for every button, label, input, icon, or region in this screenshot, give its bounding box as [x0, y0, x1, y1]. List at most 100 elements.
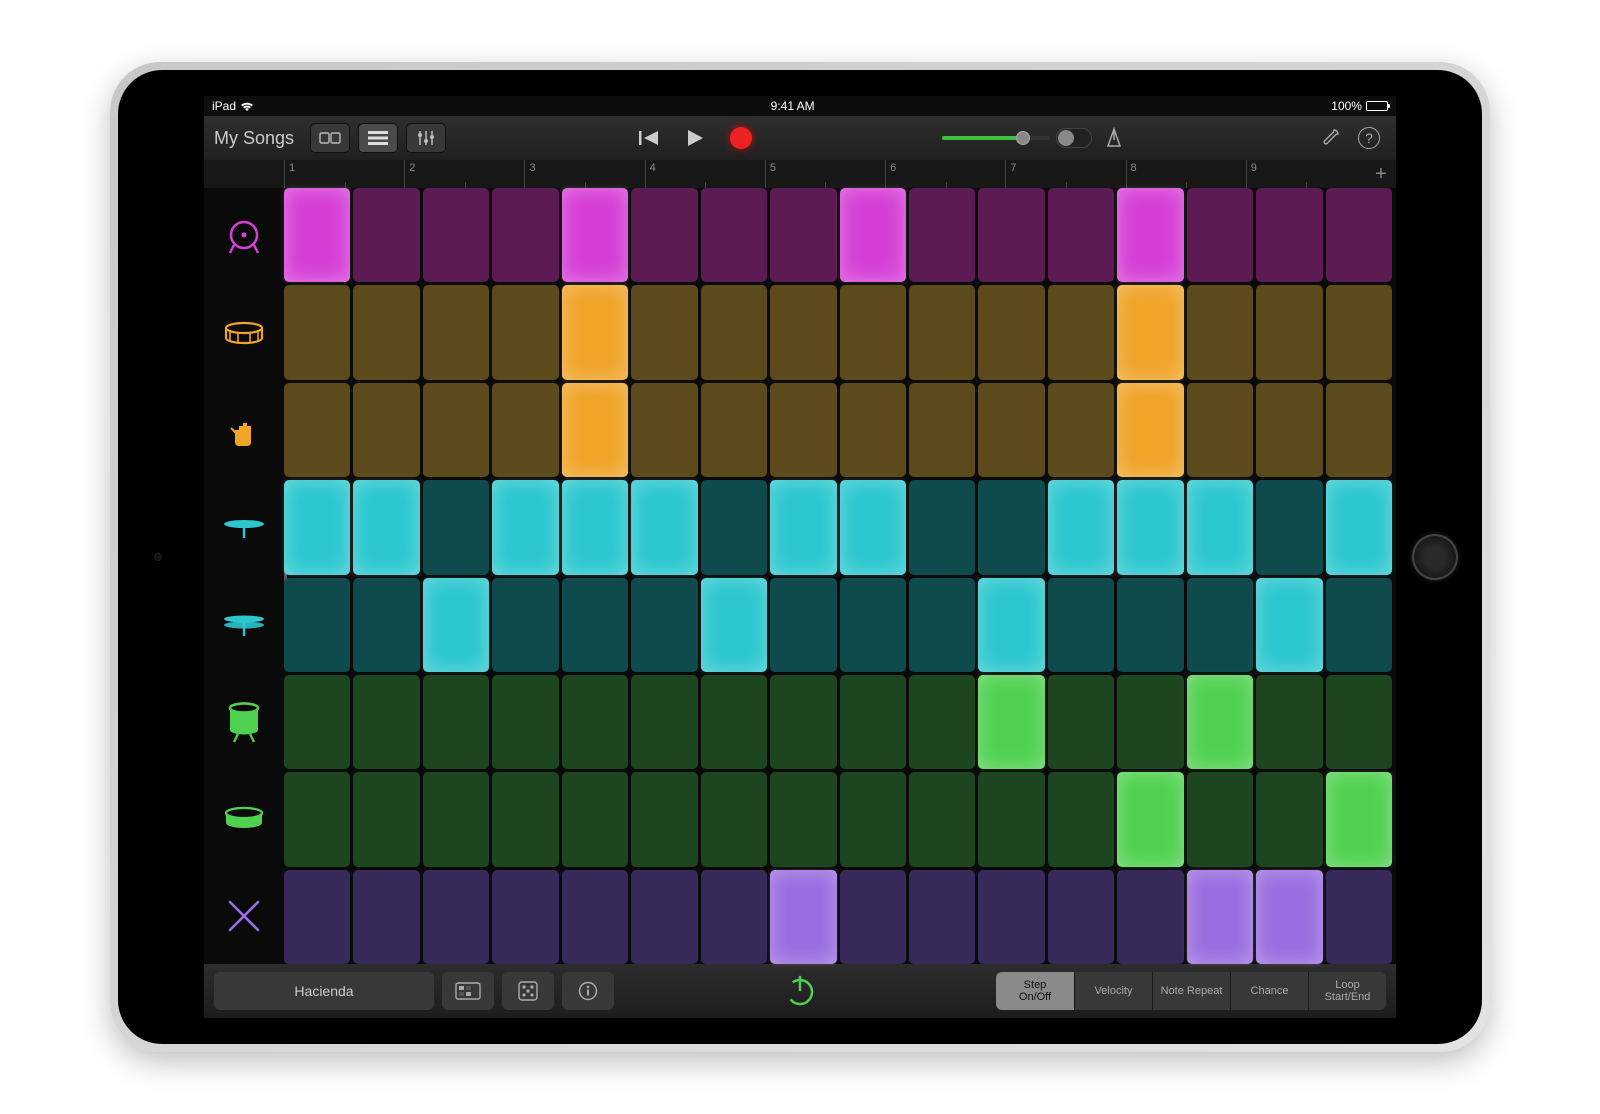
- step[interactable]: [1048, 675, 1114, 769]
- step[interactable]: [492, 480, 558, 574]
- step[interactable]: [562, 480, 628, 574]
- step[interactable]: [1256, 870, 1322, 964]
- step[interactable]: [1117, 285, 1183, 379]
- step[interactable]: [1256, 383, 1322, 477]
- step[interactable]: [1117, 578, 1183, 672]
- step[interactable]: [978, 383, 1044, 477]
- step[interactable]: [423, 188, 489, 282]
- step[interactable]: [1256, 480, 1322, 574]
- step[interactable]: [353, 772, 419, 866]
- step[interactable]: [978, 188, 1044, 282]
- step[interactable]: [909, 383, 975, 477]
- mode-button[interactable]: Loop Start/End: [1308, 972, 1386, 1010]
- step[interactable]: [840, 285, 906, 379]
- step[interactable]: [909, 675, 975, 769]
- step[interactable]: [423, 870, 489, 964]
- ruler-bar[interactable]: 7: [1005, 160, 1125, 188]
- step[interactable]: [1187, 285, 1253, 379]
- step[interactable]: [701, 675, 767, 769]
- step[interactable]: [1326, 188, 1392, 282]
- my-songs-button[interactable]: My Songs: [214, 128, 294, 149]
- settings-button[interactable]: [1320, 127, 1342, 149]
- record-button[interactable]: [722, 122, 760, 154]
- rewind-button[interactable]: [630, 122, 668, 154]
- step[interactable]: [492, 285, 558, 379]
- step[interactable]: [978, 675, 1044, 769]
- step[interactable]: [353, 480, 419, 574]
- bar-ruler[interactable]: 123456789+: [204, 160, 1396, 188]
- step[interactable]: [284, 772, 350, 866]
- ruler-bar[interactable]: 8: [1126, 160, 1246, 188]
- dice-button[interactable]: [502, 972, 554, 1010]
- step[interactable]: [1256, 772, 1322, 866]
- step[interactable]: [284, 675, 350, 769]
- mode-button[interactable]: Velocity: [1074, 972, 1152, 1010]
- step[interactable]: [701, 383, 767, 477]
- step[interactable]: [1256, 285, 1322, 379]
- kit-selector[interactable]: Hacienda: [214, 972, 434, 1010]
- instrument-kick[interactable]: [204, 188, 284, 285]
- step[interactable]: [423, 383, 489, 477]
- step[interactable]: [840, 188, 906, 282]
- step[interactable]: [1048, 578, 1114, 672]
- pattern-button[interactable]: [442, 972, 494, 1010]
- ruler-bar[interactable]: 2: [404, 160, 524, 188]
- mixer-view-button[interactable]: [406, 123, 446, 153]
- step[interactable]: [840, 772, 906, 866]
- instrument-open-hat[interactable]: [204, 576, 284, 673]
- step[interactable]: [423, 578, 489, 672]
- step[interactable]: [1187, 675, 1253, 769]
- help-button[interactable]: ?: [1358, 127, 1380, 149]
- step[interactable]: [1256, 578, 1322, 672]
- step[interactable]: [978, 870, 1044, 964]
- step[interactable]: [701, 772, 767, 866]
- step[interactable]: [1326, 480, 1392, 574]
- step[interactable]: [1117, 870, 1183, 964]
- step[interactable]: [1187, 480, 1253, 574]
- mode-button[interactable]: Note Repeat: [1152, 972, 1230, 1010]
- step[interactable]: [1187, 772, 1253, 866]
- ruler-bar[interactable]: 4: [645, 160, 765, 188]
- step[interactable]: [840, 383, 906, 477]
- step[interactable]: [423, 480, 489, 574]
- step[interactable]: [631, 578, 697, 672]
- step[interactable]: [1326, 383, 1392, 477]
- home-button[interactable]: [1412, 534, 1458, 580]
- step[interactable]: [631, 772, 697, 866]
- play-button[interactable]: [676, 122, 714, 154]
- add-bar-button[interactable]: +: [1366, 163, 1396, 186]
- step[interactable]: [492, 188, 558, 282]
- step[interactable]: [284, 285, 350, 379]
- step[interactable]: [840, 480, 906, 574]
- step[interactable]: [770, 285, 836, 379]
- ruler-bar[interactable]: 5: [765, 160, 885, 188]
- step[interactable]: [1048, 383, 1114, 477]
- step[interactable]: [1187, 188, 1253, 282]
- step[interactable]: [1326, 285, 1392, 379]
- step[interactable]: [1048, 480, 1114, 574]
- step[interactable]: [562, 578, 628, 672]
- tracks-view-button[interactable]: [358, 123, 398, 153]
- step[interactable]: [701, 285, 767, 379]
- step[interactable]: [1048, 870, 1114, 964]
- step[interactable]: [909, 480, 975, 574]
- step[interactable]: [492, 675, 558, 769]
- step[interactable]: [284, 188, 350, 282]
- step[interactable]: [631, 675, 697, 769]
- metronome-button[interactable]: [1104, 127, 1124, 149]
- step[interactable]: [1048, 188, 1114, 282]
- step[interactable]: [1187, 578, 1253, 672]
- power-button[interactable]: [775, 966, 825, 1016]
- step[interactable]: [562, 870, 628, 964]
- step[interactable]: [1117, 480, 1183, 574]
- step[interactable]: [1117, 188, 1183, 282]
- step[interactable]: [770, 383, 836, 477]
- step[interactable]: [909, 870, 975, 964]
- step[interactable]: [840, 870, 906, 964]
- instrument-clap[interactable]: [204, 382, 284, 479]
- step[interactable]: [1256, 188, 1322, 282]
- step[interactable]: [1187, 383, 1253, 477]
- step[interactable]: [1048, 772, 1114, 866]
- step[interactable]: [701, 480, 767, 574]
- step[interactable]: [1326, 870, 1392, 964]
